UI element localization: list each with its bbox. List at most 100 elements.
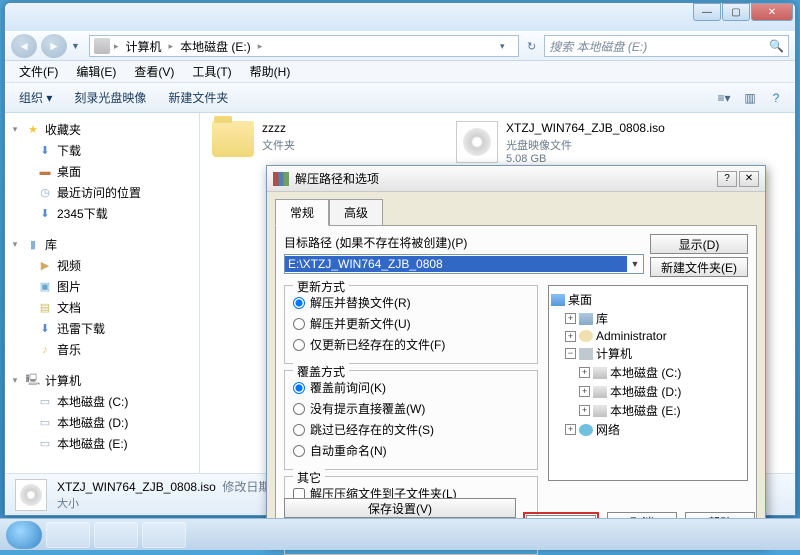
file-name: XTZJ_WIN764_ZJB_0808.iso (506, 121, 665, 135)
sidebar-item-drive-e[interactable]: ▭本地磁盘 (E:) (9, 433, 195, 454)
expand-icon[interactable]: + (579, 405, 590, 416)
tree-node-computer[interactable]: −计算机 (551, 344, 745, 363)
dialog-close-button[interactable]: ✕ (739, 171, 759, 187)
sidebar-item-video[interactable]: ▶视频 (9, 255, 195, 276)
burn-button[interactable]: 刻录光盘映像 (68, 86, 152, 109)
expand-icon[interactable]: + (565, 331, 576, 342)
tab-advanced[interactable]: 高级 (329, 199, 383, 226)
menu-tools[interactable]: 工具(T) (184, 61, 239, 82)
computer-icon: 🖳 (25, 374, 41, 388)
tree-node-drive-d[interactable]: +本地磁盘 (D:) (551, 382, 745, 401)
sidebar-item-documents[interactable]: ▤文档 (9, 297, 195, 318)
network-icon (579, 424, 593, 436)
tree-node-drive-e[interactable]: +本地磁盘 (E:) (551, 401, 745, 420)
search-placeholder: 搜索 本地磁盘 (E:) (549, 38, 647, 55)
breadcrumb-drive[interactable]: 本地磁盘 (E:) (177, 38, 254, 55)
tab-general[interactable]: 常规 (275, 199, 329, 226)
sidebar-item-recent[interactable]: ◷最近访问的位置 (9, 182, 195, 203)
refresh-icon[interactable]: ↻ (523, 40, 540, 53)
display-button[interactable]: 显示(D) (650, 234, 748, 254)
radio-skip-existing[interactable]: 跳过已经存在的文件(S) (293, 419, 529, 440)
organize-button[interactable]: 组织 ▾ (13, 86, 58, 109)
menu-help[interactable]: 帮助(H) (242, 61, 299, 82)
tree-node-desktop[interactable]: 桌面 (551, 290, 745, 309)
sidebar-item-drive-d[interactable]: ▭本地磁盘 (D:) (9, 412, 195, 433)
titlebar[interactable]: — ▢ ✕ (5, 3, 795, 31)
maximize-button[interactable]: ▢ (722, 3, 750, 21)
radio-extract-update[interactable]: 解压并更新文件(U) (293, 313, 529, 334)
drive-icon (593, 367, 607, 379)
star-icon: ★ (25, 123, 41, 137)
dialog-titlebar[interactable]: 解压路径和选项 ? ✕ (267, 166, 765, 192)
new-folder-button[interactable]: 新建文件夹 (162, 86, 234, 109)
taskbar-item[interactable] (94, 522, 138, 548)
search-input[interactable]: 搜索 本地磁盘 (E:) 🔍 (544, 35, 789, 57)
sidebar-item-music[interactable]: ♪音乐 (9, 339, 195, 360)
file-type: 光盘映像文件 (506, 137, 665, 153)
expand-icon[interactable]: + (565, 313, 576, 324)
history-dropdown-icon[interactable]: ▼ (71, 41, 85, 51)
sidebar-item-drive-c[interactable]: ▭本地磁盘 (C:) (9, 391, 195, 412)
expand-icon[interactable]: + (579, 386, 590, 397)
tree-node-admin[interactable]: +Administrator (551, 328, 745, 344)
chevron-down-icon: ▾ (9, 375, 21, 386)
folder-icon (212, 121, 254, 157)
status-label-size: 大小 (57, 498, 79, 510)
dest-path-input[interactable]: E:\XTZJ_WIN764_ZJB_0808 ▼ (284, 254, 644, 274)
drive-icon (593, 386, 607, 398)
radio-extract-replace[interactable]: 解压并替换文件(R) (293, 292, 529, 313)
folder-tree[interactable]: 桌面 +库 +Administrator −计算机 +本地磁盘 (C:) +本地… (548, 285, 748, 481)
tree-node-libraries[interactable]: +库 (551, 309, 745, 328)
file-item-folder[interactable]: zzzz 文件夹 (212, 121, 432, 157)
sidebar: ▾★收藏夹 ⬇下载 ▬桌面 ◷最近访问的位置 ⬇2345下载 ▾▮库 ▶视频 ▣… (5, 113, 200, 473)
expand-icon[interactable]: + (579, 367, 590, 378)
sidebar-item-desktop[interactable]: ▬桌面 (9, 161, 195, 182)
back-button[interactable]: ◄ (11, 34, 37, 58)
expand-icon[interactable]: + (565, 424, 576, 435)
dialog-title: 解压路径和选项 (295, 170, 379, 187)
file-item-iso[interactable]: XTZJ_WIN764_ZJB_0808.iso 光盘映像文件 5.08 GB (456, 121, 676, 165)
taskbar-item[interactable] (142, 522, 186, 548)
taskbar[interactable] (0, 518, 800, 550)
minimize-button[interactable]: — (693, 3, 721, 21)
sidebar-favorites[interactable]: ▾★收藏夹 (9, 119, 195, 140)
preview-pane-icon[interactable]: ▥ (739, 88, 761, 108)
music-icon: ♪ (37, 343, 53, 357)
save-settings-button[interactable]: 保存设置(V) (284, 498, 516, 518)
menu-file[interactable]: 文件(F) (11, 61, 66, 82)
help-icon[interactable]: ? (765, 88, 787, 108)
toolbar: 组织 ▾ 刻录光盘映像 新建文件夹 ≡▾ ▥ ? (5, 83, 795, 113)
sidebar-item-xunlei[interactable]: ⬇迅雷下载 (9, 318, 195, 339)
drive-icon: ▭ (37, 416, 53, 430)
sidebar-libraries[interactable]: ▾▮库 (9, 234, 195, 255)
taskbar-item[interactable] (46, 522, 90, 548)
menubar: 文件(F) 编辑(E) 查看(V) 工具(T) 帮助(H) (5, 61, 795, 83)
dialog-help-button[interactable]: ? (717, 171, 737, 187)
radio-ask-overwrite[interactable]: 覆盖前询问(K) (293, 377, 529, 398)
iso-icon (456, 121, 498, 163)
breadcrumb-computer[interactable]: 计算机 (123, 38, 165, 55)
dest-path-value: E:\XTZJ_WIN764_ZJB_0808 (285, 256, 627, 272)
tree-node-network[interactable]: +网络 (551, 420, 745, 439)
sidebar-item-pictures[interactable]: ▣图片 (9, 276, 195, 297)
forward-button[interactable]: ► (41, 34, 67, 58)
drive-icon (94, 38, 110, 54)
radio-auto-rename[interactable]: 自动重命名(N) (293, 440, 529, 461)
sidebar-computer[interactable]: ▾🖳计算机 (9, 370, 195, 391)
dropdown-icon[interactable]: ▼ (627, 259, 643, 269)
view-options-icon[interactable]: ≡▾ (713, 88, 735, 108)
chevron-down-icon: ▾ (9, 239, 21, 250)
tree-node-drive-c[interactable]: +本地磁盘 (C:) (551, 363, 745, 382)
menu-view[interactable]: 查看(V) (126, 61, 182, 82)
start-button[interactable] (6, 521, 42, 549)
breadcrumb-dropdown-icon[interactable]: ▾ (500, 41, 514, 52)
collapse-icon[interactable]: − (565, 348, 576, 359)
new-folder-button[interactable]: 新建文件夹(E) (650, 257, 748, 277)
radio-overwrite-noask[interactable]: 没有提示直接覆盖(W) (293, 398, 529, 419)
menu-edit[interactable]: 编辑(E) (68, 61, 124, 82)
breadcrumb[interactable]: ▸ 计算机 ▸ 本地磁盘 (E:) ▸ ▾ (89, 35, 519, 57)
radio-update-existing[interactable]: 仅更新已经存在的文件(F) (293, 334, 529, 355)
sidebar-item-2345[interactable]: ⬇2345下载 (9, 203, 195, 224)
sidebar-item-downloads[interactable]: ⬇下载 (9, 140, 195, 161)
close-button[interactable]: ✕ (751, 3, 793, 21)
